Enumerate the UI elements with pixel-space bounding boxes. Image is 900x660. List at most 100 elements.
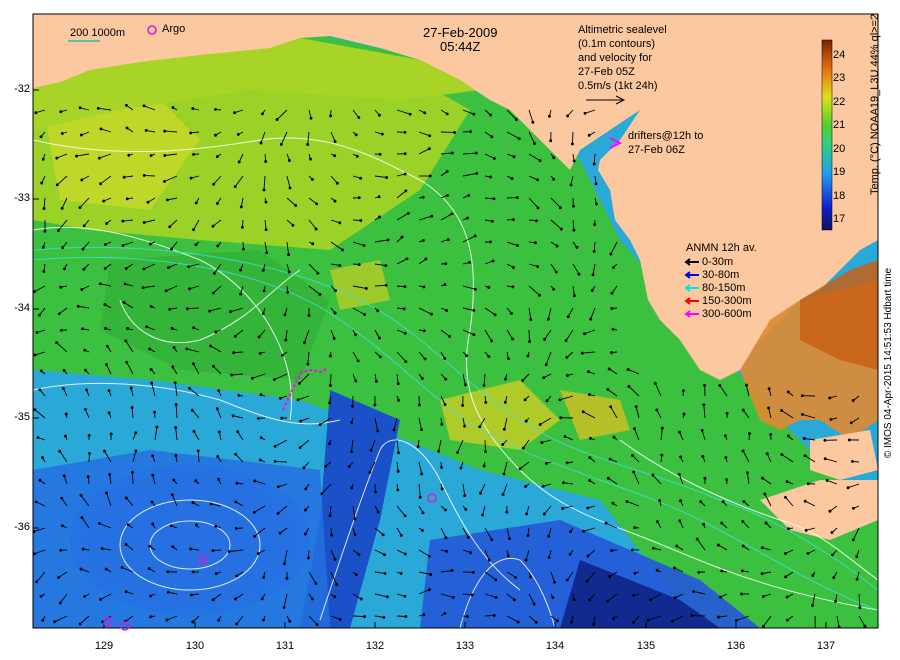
velocity-arrowhead: [386, 238, 390, 242]
velocity-arrowhead: [341, 248, 344, 252]
velocity-arrowhead: [134, 449, 138, 453]
velocity-arrowhead: [403, 152, 407, 156]
velocity-arrowhead: [362, 243, 366, 247]
velocity-arrowhead: [107, 389, 111, 393]
velocity-arrowhead: [575, 245, 579, 249]
velocity-arrowhead: [62, 368, 66, 372]
velocity-arrowhead: [658, 499, 662, 503]
velocity-arrowhead: [649, 598, 652, 602]
velocity-arrowhead: [303, 508, 307, 512]
velocity-arrowhead: [332, 336, 336, 340]
velocity-arrowhead: [534, 620, 538, 624]
velocity-arrowhead: [170, 493, 174, 497]
velocity-arrowhead: [377, 195, 381, 199]
velocity-arrowhead: [43, 229, 47, 233]
velocity-arrowhead: [420, 376, 424, 380]
velocity-arrowhead: [286, 290, 290, 294]
velocity-arrow: [571, 131, 574, 144]
velocity-arrowhead: [538, 423, 542, 426]
velocity-arrowhead: [280, 416, 284, 420]
velocity-arrowhead: [174, 403, 178, 407]
velocity-arrowhead: [35, 580, 39, 584]
velocity-arrowhead: [304, 487, 308, 491]
lat-tick-label: -36: [14, 521, 30, 533]
velocity-arrowhead: [211, 598, 215, 602]
velocity-arrowhead: [423, 111, 427, 115]
velocity-arrowhead: [651, 546, 655, 550]
velocity-arrowhead: [253, 534, 257, 538]
velocity-arrowhead: [718, 383, 722, 387]
velocity-arrowhead: [612, 435, 616, 439]
velocity-arrowhead: [148, 347, 152, 351]
velocity-arrowhead: [167, 266, 171, 270]
velocity-arrowhead: [404, 360, 408, 364]
velocity-arrowhead: [510, 311, 513, 315]
velocity-arrowhead: [741, 449, 745, 453]
velocity-arrowhead: [357, 196, 361, 200]
velocity-arrowhead: [546, 317, 550, 321]
velocity-arrowhead: [170, 327, 174, 330]
velocity-arrowhead: [421, 195, 425, 199]
velocity-arrowhead: [166, 570, 170, 574]
velocity-arrowhead: [354, 573, 358, 577]
velocity-arrowhead: [785, 480, 789, 484]
velocity-arrowhead: [81, 247, 85, 251]
lon-tick-label: 130: [185, 640, 205, 652]
velocity-arrowhead: [465, 615, 469, 618]
velocity-arrowhead: [155, 425, 159, 429]
velocity-arrowhead: [811, 573, 815, 577]
velocity-arrowhead: [83, 407, 87, 411]
velocity-arrowhead: [383, 553, 387, 557]
velocity-arrowhead: [250, 376, 254, 380]
velocity-arrowhead: [723, 434, 727, 438]
velocity-arrowhead: [489, 175, 492, 179]
velocity-arrowhead: [679, 499, 683, 503]
velocity-arrowhead: [98, 522, 101, 525]
velocity-arrowhead: [333, 557, 337, 561]
velocity-arrowhead: [196, 449, 200, 453]
lon-tick-label: 132: [365, 640, 385, 652]
velocity-arrowhead: [724, 456, 728, 459]
velocity-arrowhead: [378, 336, 381, 340]
velocity-arrowhead: [608, 457, 612, 461]
velocity-arrowhead: [830, 531, 834, 534]
velocity-arrowhead: [282, 605, 286, 609]
velocity-arrowhead: [717, 615, 720, 619]
velocity-arrowhead: [586, 506, 590, 510]
velocity-arrowhead: [83, 348, 87, 352]
velocity-arrowhead: [369, 448, 373, 452]
velocity-arrowhead: [381, 533, 385, 537]
velocity-arrowhead: [355, 154, 359, 158]
velocity-arrowhead: [606, 388, 610, 391]
lat-tick-label: -34: [14, 302, 30, 314]
velocity-arrowhead: [803, 454, 807, 458]
velocity-arrowhead: [587, 393, 591, 397]
velocity-arrowhead: [104, 327, 107, 330]
velocity-arrowhead: [217, 618, 221, 622]
arrow-left-icon: [684, 284, 699, 292]
velocity-arrowhead: [634, 405, 638, 409]
velocity-arrowhead: [41, 456, 44, 460]
velocity-arrowhead: [235, 574, 239, 578]
velocity-arrowhead: [569, 183, 573, 187]
velocity-arrowhead: [472, 308, 476, 312]
velocity-arrowhead: [428, 174, 432, 178]
velocity-arrowhead: [511, 285, 515, 289]
velocity-arrowhead: [544, 363, 548, 367]
velocity-arrowhead: [855, 577, 859, 581]
argo-label: Argo: [162, 23, 186, 35]
velocity-arrowhead: [107, 411, 111, 415]
velocity-arrowhead: [363, 615, 367, 619]
velocity-arrowhead: [130, 470, 134, 474]
velocity-arrowhead: [310, 597, 314, 601]
velocity-arrowhead: [580, 351, 584, 355]
velocity-arrowhead: [511, 218, 515, 222]
colorbar-tick: 22: [833, 96, 846, 108]
velocity-arrowhead: [125, 197, 129, 201]
anmn-item: 80-150m: [684, 282, 745, 295]
velocity-arrowhead: [451, 595, 455, 599]
velocity-arrowhead: [78, 622, 82, 626]
velocity-arrowhead: [105, 344, 109, 348]
velocity-arrowhead: [125, 126, 129, 130]
velocity-arrowhead: [288, 186, 292, 190]
